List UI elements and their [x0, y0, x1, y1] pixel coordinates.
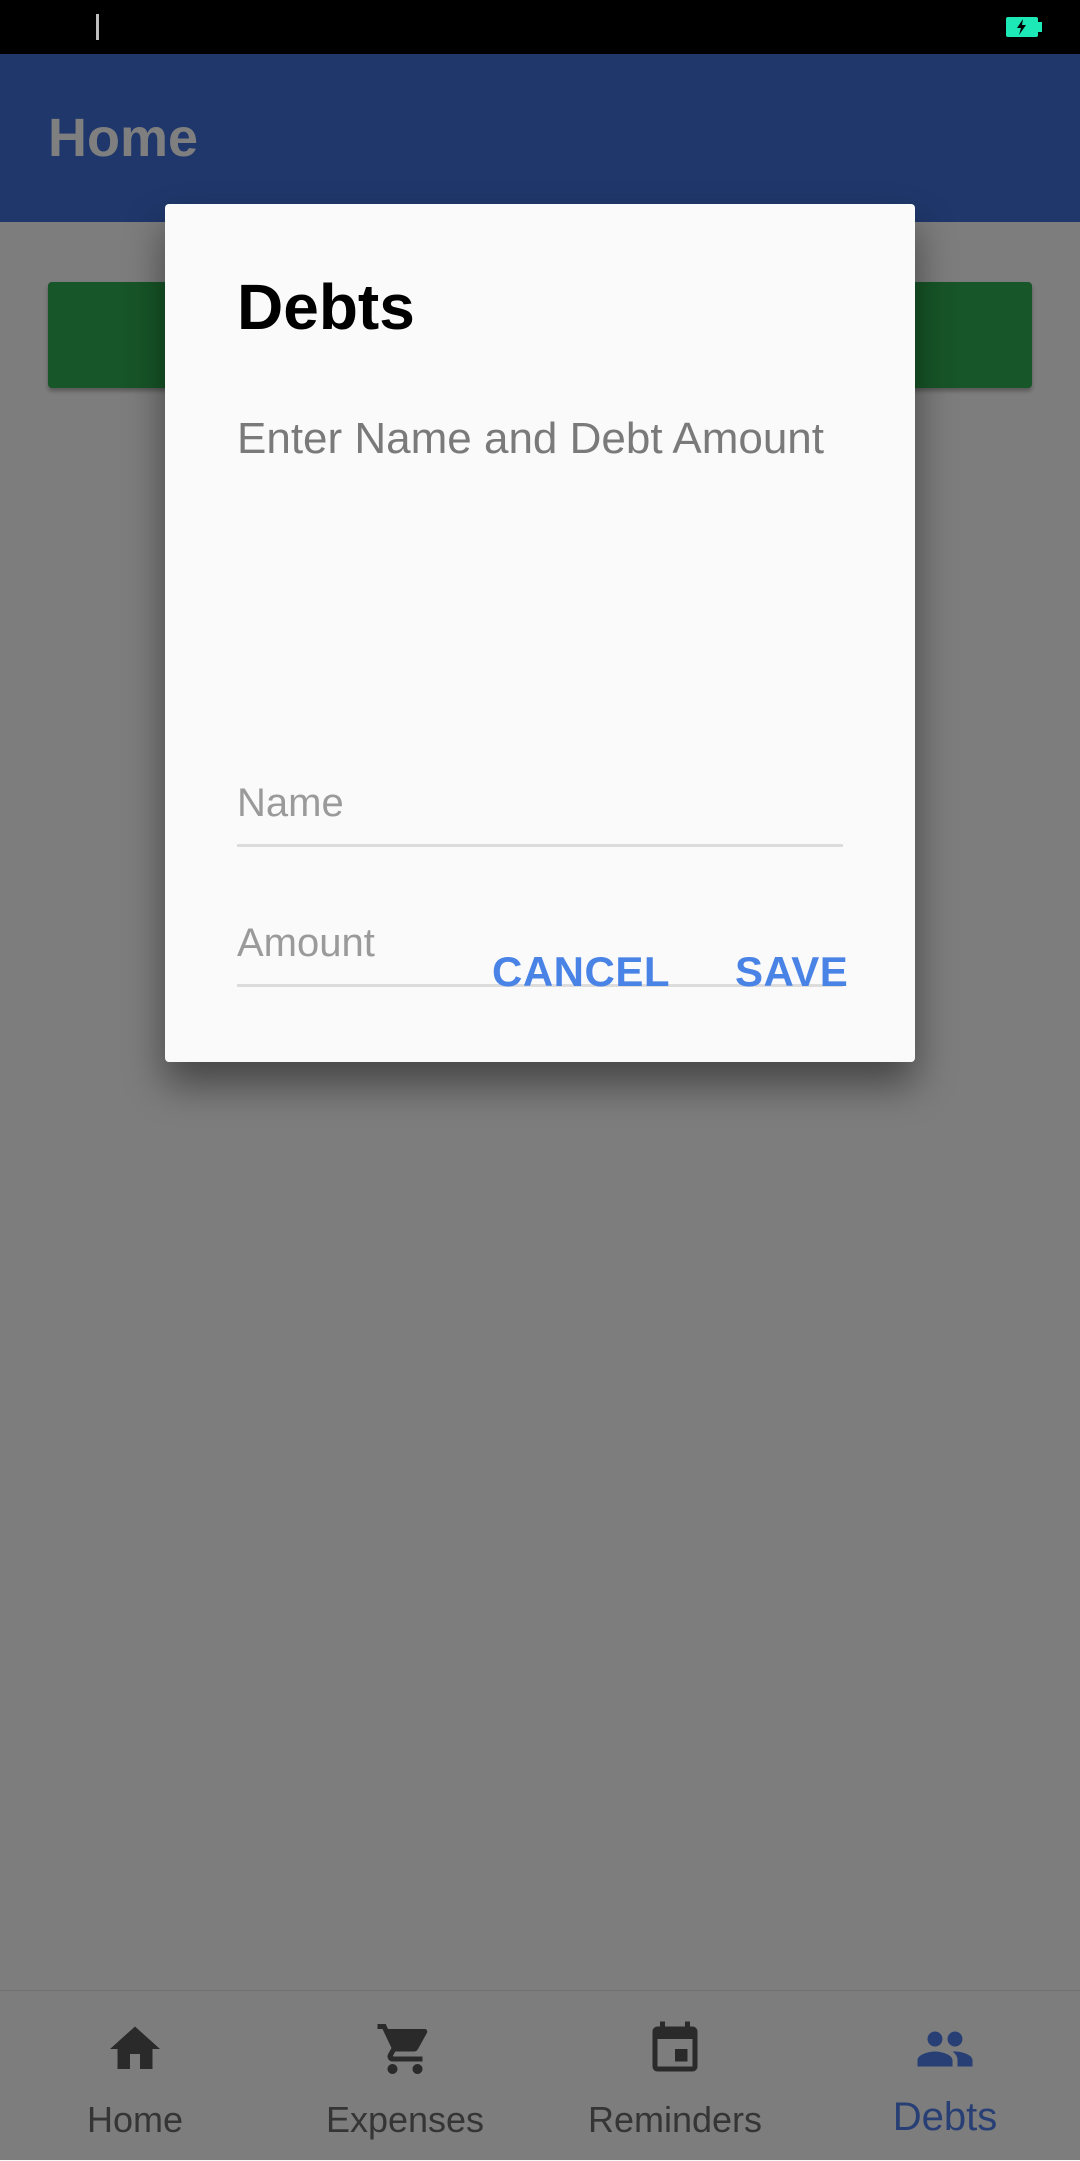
status-cursor: [96, 14, 99, 40]
name-input[interactable]: [237, 781, 843, 826]
battery-icon: [1006, 17, 1038, 37]
cancel-button[interactable]: CANCEL: [492, 948, 670, 996]
status-bar: [0, 0, 1080, 54]
save-button[interactable]: SAVE: [735, 948, 848, 996]
debts-dialog: Debts Enter Name and Debt Amount CANCEL …: [165, 204, 915, 1062]
dialog-title: Debts: [237, 271, 415, 343]
dialog-subtitle: Enter Name and Debt Amount: [237, 414, 824, 463]
battery-tip: [1038, 22, 1042, 32]
name-field: [237, 752, 843, 847]
